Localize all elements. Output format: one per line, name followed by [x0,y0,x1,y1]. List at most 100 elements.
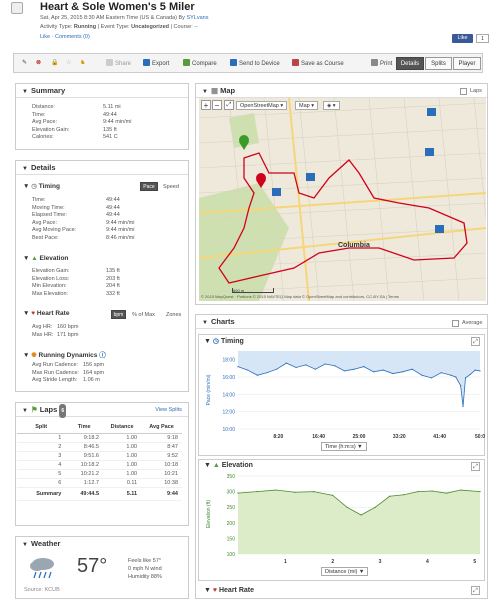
x-tick-label: 41:40 [433,434,446,440]
table-cell: Summary [17,486,66,501]
data-point [276,368,278,370]
elevation-section-title[interactable]: ▼ ▲ Elevation [23,255,68,262]
table-cell: 9:18.2 [65,433,103,443]
info-icon[interactable]: ⓘ [97,352,106,359]
zoom-in-button[interactable]: + [201,100,211,110]
laps-column-header[interactable]: Avg Pace [141,422,182,434]
stat-value: 49:44 [103,111,117,118]
toggle-speed[interactable]: Speed [163,184,179,190]
stat-label: Avg Moving Pace: [32,227,77,233]
stat-value: 135 ft [106,268,120,274]
data-point [450,374,452,376]
tab-player[interactable]: Player [453,57,481,70]
stat-label: Min Elevation: [32,283,67,289]
laps-column-header[interactable]: Distance [103,422,142,434]
table-row[interactable]: 3 9:51.6 1.00 9:52 [17,451,182,461]
toggle-zones[interactable]: Zones [166,312,181,318]
laps-table: Split Time Distance Avg Pace 1 9:18.2 1.00 9:1… [17,422,182,501]
elevation-xaxis-select[interactable]: Distance (mi) ▼ [321,567,369,576]
map-layer-select[interactable]: OpenStreetMap ▾ [236,101,288,110]
toggle-percent-max[interactable]: % of Max [132,312,155,318]
data-point [256,374,258,376]
map-layers-button[interactable]: ◈ ▾ [323,101,340,110]
comments-link[interactable]: Comments (0) [55,34,90,40]
elevation-chart-title[interactable]: ▼ ▲ Elevation [204,462,253,469]
stat-value: 164 spm [83,369,105,376]
print-button[interactable]: Print [371,59,392,67]
export-button[interactable]: Export [143,59,169,67]
details-header[interactable]: ▼ Details [16,161,188,175]
author-link[interactable]: SYLvans [186,15,208,21]
weather-header[interactable]: ▼ Weather [16,537,188,551]
table-row[interactable]: 5 10:21.2 1.00 10:21 [17,469,182,479]
timing-section-title[interactable]: ▼ ◷ Timing [23,182,60,190]
favorite-star-icon[interactable]: ☆ [66,59,71,66]
timing-chart-title[interactable]: ▼ ◷ Timing [204,337,244,345]
toggle-pace[interactable]: Pace [140,182,158,191]
table-cell: 5.11 [103,486,142,501]
heart-rate-chart-title[interactable]: ▼ ♥ Heart Rate [204,587,254,594]
elevation-chart[interactable]: Elevation (ft) 100 150 200 250 300 350 1 2 3 4 5 [198,472,485,567]
stat-value: 135 ft [103,126,117,133]
y-tick-label: 18:00 [222,358,235,364]
tab-details[interactable]: Details [396,57,424,70]
table-cell: 10:18 [141,460,182,470]
laps-column-header[interactable]: Time [65,422,103,434]
facebook-like-button[interactable]: Like [452,34,473,43]
badge-icon[interactable]: ♞ [80,59,85,66]
table-row[interactable]: 6 1:12.7 0.11 10:38 [17,478,182,488]
data-point [343,370,346,372]
timing-xaxis-select[interactable]: Time (h:m:s) ▼ [321,442,367,451]
save-as-course-button[interactable]: Save as Course [292,59,344,67]
privacy-lock-icon[interactable]: 🔒 [51,59,58,66]
x-tick-label: 16:40 [312,434,325,440]
facebook-like-count: 1 [476,34,489,43]
timing-chart[interactable]: Pace (min/mi) 10:00 12:00 14:00 16:00 18:00 8:… [198,346,485,444]
compare-button[interactable]: Compare [183,59,217,67]
table-row[interactable]: 2 8:46.5 1.00 8:47 [17,442,182,452]
collapse-icon: ▼ [204,338,213,345]
laps-column-header[interactable]: Split [17,422,66,434]
like-link[interactable]: Like [40,34,50,40]
expand-chart-icon[interactable]: ⤢ [471,337,480,346]
fullscreen-icon[interactable]: ⤢ [224,100,234,110]
running-dynamics-section-title[interactable]: ▼ ✺ Running Dynamics ⓘ [23,349,106,359]
event-type-value[interactable]: Uncategorized [131,24,169,30]
edit-icon[interactable]: ✎ [22,59,27,66]
expand-chart-icon[interactable]: ⤢ [471,462,480,471]
data-point [388,495,391,497]
route-shield-icon [427,108,436,116]
map-type-select[interactable]: Map ▾ [295,101,318,110]
data-point [462,405,464,408]
data-point [474,369,476,371]
expand-chart-icon[interactable]: ⤢ [471,586,480,595]
laps-checkbox[interactable] [460,88,467,95]
table-cell: 2 [17,442,66,452]
activity-header: Heart & Sole Women's 5 Miler Sat, Apr 25… [0,0,495,50]
stat-label: Max Elevation: [32,290,69,297]
map-header[interactable]: ▼ ▦ Map [196,84,487,98]
delete-icon[interactable]: ⊗ [36,59,41,66]
activity-type-value[interactable]: Running [74,24,96,30]
route-map[interactable]: Columbia + − ⤢ OpenStreetMap ▾ Map ▾ ◈ ▾… [199,98,486,301]
charts-header[interactable]: ▼ Charts [196,315,487,329]
zoom-out-button[interactable]: − [212,100,222,110]
send-to-device-button[interactable]: Send to Device [230,59,280,67]
tab-splits[interactable]: Splits [425,57,452,70]
stat-label: Time: [32,111,46,118]
stat-value: 9:44 min/mi [106,219,135,226]
data-point [382,369,384,371]
data-point [421,374,423,376]
data-point [256,491,258,493]
average-checkbox[interactable] [452,320,459,327]
heart-rate-section-title[interactable]: ▼ ♥ Heart Rate [23,310,69,317]
data-point [431,377,433,379]
table-row[interactable]: 4 10:18.2 1.00 10:18 [17,460,182,470]
toggle-bpm[interactable]: bpm [111,310,126,319]
stat-label: Max HR: [32,331,54,338]
share-button[interactable]: Share [106,59,131,67]
stat-value: 156 spm [83,362,105,368]
table-row[interactable]: 1 9:18.2 1.00 9:18 [17,433,182,443]
summary-header[interactable]: ▼ Summary [16,84,188,98]
view-splits-link[interactable]: View Splits [155,407,182,413]
